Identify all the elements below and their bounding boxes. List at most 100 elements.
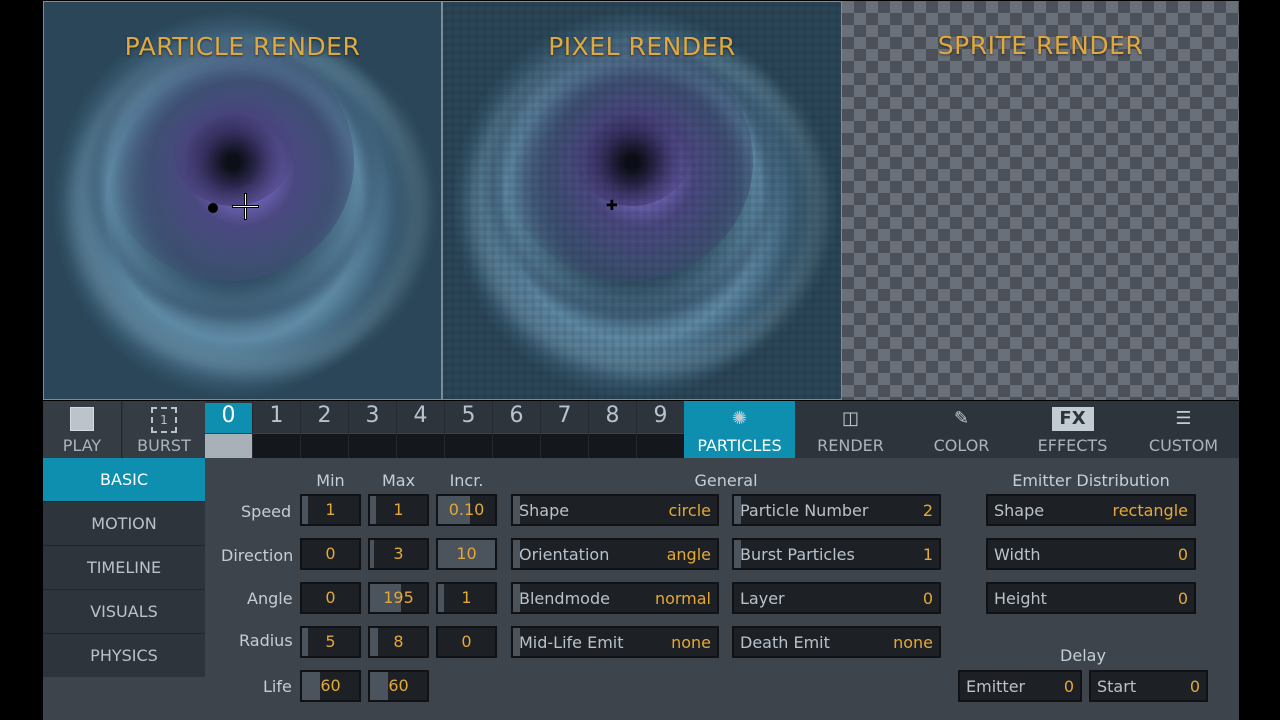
angle-min-input[interactable]: 0: [300, 582, 361, 614]
slot-7[interactable]: 7: [541, 401, 589, 458]
slot-4[interactable]: 4: [397, 401, 445, 458]
radius-max-input[interactable]: 8: [368, 626, 429, 658]
direction-incr-input[interactable]: 10: [436, 538, 497, 570]
play-label: PLAY: [62, 436, 102, 455]
toolbar: PLAY 1 BURST 0 1 2 3 4 5 6 7 8 9 ✺ PARTI…: [43, 401, 1239, 458]
slot-number: 8: [605, 403, 620, 428]
stop-square-icon: [70, 407, 94, 431]
slot-8[interactable]: 8: [589, 401, 637, 458]
burst-icon: 1: [151, 407, 177, 433]
blendmode-dropdown[interactable]: Blendmode normal: [511, 582, 719, 614]
sidebar-item-timeline[interactable]: TIMELINE: [43, 546, 205, 590]
slot-indicator: [589, 433, 636, 458]
angle-label: Angle: [247, 589, 293, 608]
basic-settings-panel: Min Max Incr. Speed Direction Angle Radi…: [205, 458, 1239, 720]
delay-emitter-input[interactable]: Emitter 0: [958, 670, 1082, 702]
particle-render-panel[interactable]: PARTICLE RENDER: [43, 1, 442, 400]
slot-1[interactable]: 1: [253, 401, 301, 458]
slot-indicator: [205, 433, 252, 458]
sprite-render-panel[interactable]: SPRITE RENDER: [842, 1, 1239, 400]
direction-max-input[interactable]: 3: [368, 538, 429, 570]
sidebar-item-basic[interactable]: BASIC: [43, 458, 205, 502]
delay-start-input[interactable]: Start 0: [1089, 670, 1208, 702]
burst-button[interactable]: 1 BURST: [123, 401, 205, 458]
slot-indicator: [301, 433, 348, 458]
play-button[interactable]: PLAY: [43, 401, 122, 458]
shape-dropdown[interactable]: Shape circle: [511, 494, 719, 526]
slot-indicator: [637, 433, 684, 458]
particle-number-input[interactable]: Particle Number 2: [732, 494, 941, 526]
burst-label: BURST: [137, 436, 191, 455]
color-picker-icon: ✎: [953, 408, 970, 429]
slot-indicator: [541, 433, 588, 458]
slot-number: 1: [269, 403, 284, 428]
sidebar-footer: [43, 677, 205, 720]
emitter-plus-icon[interactable]: ✚: [606, 198, 618, 214]
direction-min-input[interactable]: 0: [300, 538, 361, 570]
radius-label: Radius: [239, 631, 293, 650]
slot-number: 5: [461, 403, 476, 428]
life-max-input[interactable]: 60: [368, 670, 429, 702]
slot-number: 4: [413, 403, 428, 428]
tab-custom[interactable]: ☰ CUSTOM: [1128, 401, 1239, 458]
burst-particles-input[interactable]: Burst Particles 1: [732, 538, 941, 570]
particle-render-title: PARTICLE RENDER: [124, 32, 361, 61]
life-label: Life: [263, 677, 292, 696]
particles-icon: ✺: [731, 408, 748, 429]
speed-min-input[interactable]: 1: [300, 494, 361, 526]
general-header: General: [694, 471, 758, 490]
orientation-dropdown[interactable]: Orientation angle: [511, 538, 719, 570]
speed-label: Speed: [241, 502, 292, 521]
tab-label: PARTICLES: [697, 436, 782, 455]
tab-render[interactable]: ◫ RENDER: [795, 401, 906, 458]
slot-indicator: [445, 433, 492, 458]
slot-number: 9: [653, 403, 668, 428]
slot-3[interactable]: 3: [349, 401, 397, 458]
angle-incr-input[interactable]: 1: [436, 582, 497, 614]
slot-2[interactable]: 2: [301, 401, 349, 458]
slot-indicator: [493, 433, 540, 458]
death-emit-dropdown[interactable]: Death Emit none: [732, 626, 941, 658]
tab-label: COLOR: [933, 436, 990, 455]
slot-9[interactable]: 9: [637, 401, 685, 458]
tab-effects[interactable]: FX EFFECTS: [1017, 401, 1128, 458]
emitter-distribution-header: Emitter Distribution: [1012, 471, 1170, 490]
radius-incr-input[interactable]: 0: [436, 626, 497, 658]
pixel-render-panel[interactable]: ✚ PIXEL RENDER: [442, 1, 842, 400]
sidebar-item-physics[interactable]: PHYSICS: [43, 634, 205, 678]
slot-number: 3: [365, 403, 380, 428]
tab-particles[interactable]: ✺ PARTICLES: [684, 401, 795, 458]
slot-number: 7: [557, 403, 572, 428]
sidebar-item-motion[interactable]: MOTION: [43, 502, 205, 546]
pixel-grid-overlay: [443, 2, 841, 399]
life-min-input[interactable]: 60: [300, 670, 361, 702]
slot-indicator: [253, 433, 300, 458]
speed-incr-input[interactable]: 0.10: [436, 494, 497, 526]
fx-icon: FX: [1051, 407, 1094, 431]
col-min-header: Min: [316, 471, 345, 490]
mid-life-emit-dropdown[interactable]: Mid-Life Emit none: [511, 626, 719, 658]
emitter-point[interactable]: [208, 203, 218, 213]
slot-0[interactable]: 0: [205, 401, 253, 458]
pixel-render-title: PIXEL RENDER: [548, 32, 736, 61]
col-incr-header: Incr.: [449, 471, 484, 490]
emitter-width-input[interactable]: Width 0: [986, 538, 1196, 570]
layer-input[interactable]: Layer 0: [732, 582, 941, 614]
angle-max-input[interactable]: 195: [368, 582, 429, 614]
slot-5[interactable]: 5: [445, 401, 493, 458]
slot-number: 0: [205, 403, 252, 433]
slot-6[interactable]: 6: [493, 401, 541, 458]
radius-min-input[interactable]: 5: [300, 626, 361, 658]
emitter-shape-dropdown[interactable]: Shape rectangle: [986, 494, 1196, 526]
speed-max-input[interactable]: 1: [368, 494, 429, 526]
tab-label: CUSTOM: [1148, 436, 1219, 455]
slot-number: 2: [317, 403, 332, 428]
slot-number: 6: [509, 403, 524, 428]
tab-label: EFFECTS: [1037, 436, 1108, 455]
sidebar-item-visuals[interactable]: VISUALS: [43, 590, 205, 634]
emitter-height-input[interactable]: Height 0: [986, 582, 1196, 614]
custom-doc-icon: ☰: [1175, 408, 1192, 429]
tab-color[interactable]: ✎ COLOR: [906, 401, 1017, 458]
particle-cloud-center: [172, 95, 293, 206]
render-icon: ◫: [841, 408, 859, 429]
